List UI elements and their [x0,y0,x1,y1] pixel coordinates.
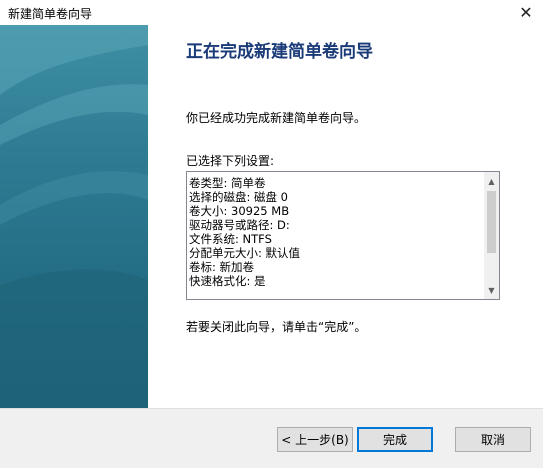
wizard-heading: 正在完成新建简单卷向导 [186,42,373,62]
wizard-content: 正在完成新建简单卷向导 你已经成功完成新建简单卷向导。 已选择下列设置: 卷类型… [0,25,543,408]
success-message: 你已经成功完成新建简单卷向导。 [186,111,367,125]
setting-allocation-unit: 分配单元大小: 默认值 [189,246,301,260]
setting-volume-label: 卷标: 新加卷 [189,260,255,274]
setting-volume-type: 卷类型: 简单卷 [189,176,266,190]
settings-listbox[interactable]: 卷类型: 简单卷 选择的磁盘: 磁盘 0 卷大小: 30925 MB 驱动器号或… [186,171,500,300]
window-title: 新建简单卷向导 [8,7,93,21]
button-bar: < 上一步(B) 完成 取消 [0,408,543,468]
close-icon[interactable]: ✕ [509,0,543,24]
setting-drive-letter: 驱动器号或路径: D: [189,218,290,232]
setting-quick-format: 快速格式化: 是 [189,274,266,288]
scrollbar-thumb[interactable] [487,191,496,253]
chevron-up-icon[interactable]: ▲ [484,174,499,188]
back-button[interactable]: < 上一步(B) [277,427,353,452]
banner-wave-graphic [0,25,148,408]
setting-disk: 选择的磁盘: 磁盘 0 [189,190,289,204]
finish-button[interactable]: 完成 [357,427,433,452]
title-bar: 新建简单卷向导 ✕ [0,0,543,25]
wizard-banner [0,25,148,408]
cancel-button[interactable]: 取消 [455,427,531,452]
setting-volume-size: 卷大小: 30925 MB [189,204,290,218]
selected-settings-label: 已选择下列设置: [186,154,275,168]
chevron-down-icon[interactable]: ▼ [484,283,499,297]
settings-scrollbar[interactable]: ▲ ▼ [484,172,499,299]
close-hint: 若要关闭此向导，请单击“完成”。 [186,320,367,334]
setting-file-system: 文件系统: NTFS [189,232,272,246]
